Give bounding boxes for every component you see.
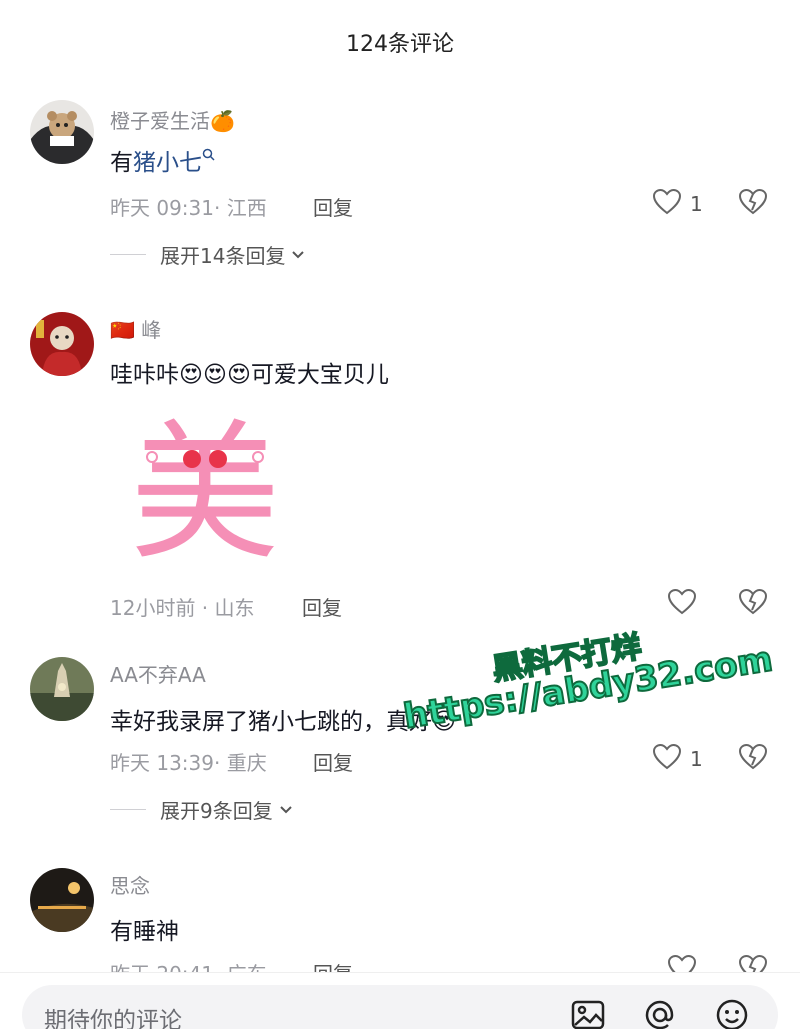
comments-count-title: 124条评论 xyxy=(346,32,454,57)
heart-icon xyxy=(652,743,682,775)
username[interactable]: 思念 xyxy=(110,870,150,899)
comment-input-placeholder: 期待你的评论 xyxy=(44,1008,182,1029)
comment-text: 有睡神 xyxy=(110,919,179,945)
expand-replies-button[interactable]: 展开14条回复 xyxy=(110,240,305,269)
username[interactable]: AA不弃AA xyxy=(110,659,206,688)
comments-header: 124条评论 xyxy=(0,0,800,84)
chevron-down-icon xyxy=(279,800,293,819)
heart-icon xyxy=(652,188,682,220)
comment-item: 🇨🇳 峰 哇咔咔😍😍😍可爱大宝贝儿 美 12小时前 · 山东 回复 xyxy=(0,312,800,632)
avatar[interactable] xyxy=(30,868,94,932)
comment-input[interactable]: 期待你的评论 xyxy=(22,985,778,1029)
avatar[interactable] xyxy=(30,312,94,376)
image-icon[interactable] xyxy=(570,997,606,1029)
divider xyxy=(110,809,146,810)
heart-broken-icon xyxy=(738,588,768,620)
search-link[interactable]: 猪小七 xyxy=(133,150,202,176)
comment-meta: 12小时前 · 山东 xyxy=(110,596,255,620)
comment-meta: 昨天 13:39· 重庆 xyxy=(110,751,267,775)
flag-icon: 🇨🇳 xyxy=(110,318,135,342)
comment-text: 幸好我录屏了猪小七跳的，真好😍 xyxy=(110,709,456,735)
reply-button[interactable]: 回复 xyxy=(313,192,353,221)
like-button[interactable]: 1 xyxy=(652,743,703,775)
comment-text: 有猪小七 xyxy=(110,143,216,177)
at-icon[interactable] xyxy=(642,997,678,1029)
avatar[interactable] xyxy=(30,657,94,721)
heart-icon xyxy=(667,588,697,620)
heart-broken-icon xyxy=(738,743,768,775)
like-button[interactable] xyxy=(667,588,697,620)
username[interactable]: 🇨🇳 峰 xyxy=(110,314,161,343)
comment-item: AA不弃AA 幸好我录屏了猪小七跳的，真好😍 昨天 13:39· 重庆 回复 1… xyxy=(0,657,800,837)
emoji-icon[interactable] xyxy=(714,997,750,1029)
dislike-button[interactable] xyxy=(738,743,768,775)
search-icon[interactable] xyxy=(202,148,216,176)
comment-meta: 昨天 20:41· 广东 xyxy=(110,958,267,972)
avatar[interactable] xyxy=(30,100,94,164)
orange-emoji: 🍊 xyxy=(210,109,235,133)
comment-item: 橙子爱生活🍊 有猪小七 昨天 09:31· 江西 回复 1 展开14条回复 xyxy=(0,100,800,280)
like-button[interactable] xyxy=(667,954,697,972)
username[interactable]: 橙子爱生活🍊 xyxy=(110,105,235,134)
like-count: 1 xyxy=(690,747,703,771)
reply-button[interactable]: 回复 xyxy=(313,958,353,972)
reply-button[interactable]: 回复 xyxy=(302,592,342,621)
heart-icon xyxy=(667,954,697,972)
sticker-image[interactable]: 美 xyxy=(130,407,280,581)
dislike-button[interactable] xyxy=(738,588,768,620)
expand-replies-button[interactable]: 展开9条回复 xyxy=(110,795,293,824)
heart-broken-icon xyxy=(738,188,768,220)
dislike-button[interactable] xyxy=(738,188,768,220)
comment-meta: 昨天 09:31· 江西 xyxy=(110,196,267,220)
chevron-down-icon xyxy=(291,245,305,264)
comment-item: 思念 有睡神 昨天 20:41· 广东 回复 xyxy=(0,868,800,972)
like-button[interactable]: 1 xyxy=(652,188,703,220)
comment-input-bar: 期待你的评论 xyxy=(0,972,800,1029)
dislike-button[interactable] xyxy=(738,954,768,972)
like-count: 1 xyxy=(690,192,703,216)
divider xyxy=(110,254,146,255)
reply-button[interactable]: 回复 xyxy=(313,747,353,776)
sticker-text: 美 xyxy=(130,417,280,567)
comment-text: 哇咔咔😍😍😍可爱大宝贝儿 xyxy=(110,362,389,388)
